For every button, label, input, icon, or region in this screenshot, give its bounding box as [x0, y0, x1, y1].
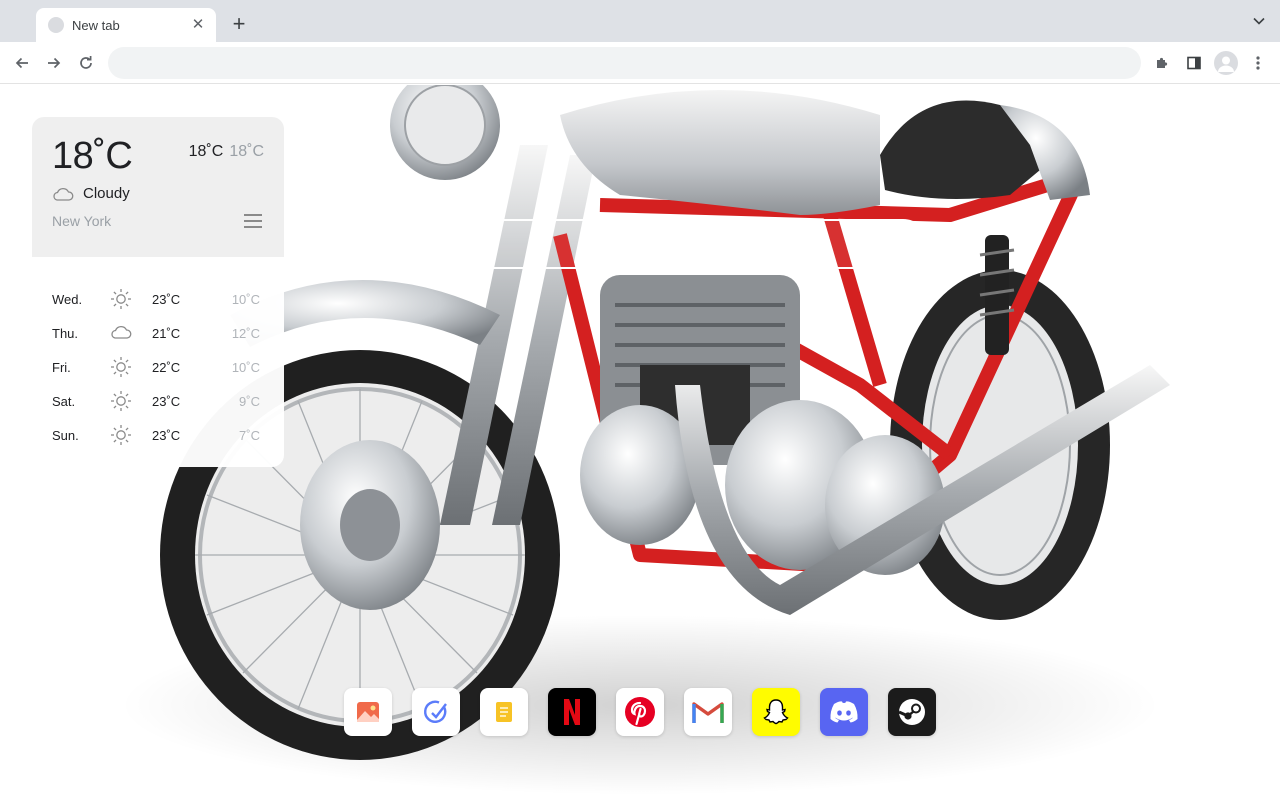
- netflix-shortcut[interactable]: [548, 688, 596, 736]
- pinterest-shortcut[interactable]: [616, 688, 664, 736]
- photos-shortcut[interactable]: [344, 688, 392, 736]
- extensions-puzzle-icon[interactable]: [1151, 52, 1173, 74]
- forecast-row: Wed. 23˚C 10˚C: [32, 282, 284, 316]
- notes-shortcut[interactable]: [480, 688, 528, 736]
- weather-forecast-list: Wed. 23˚C 10˚C Thu. 21˚C 12˚C Fri. 22˚C …: [32, 257, 284, 467]
- reload-icon[interactable]: [75, 52, 97, 74]
- snapchat-icon: [763, 699, 789, 725]
- today-low: 18˚C: [229, 143, 264, 160]
- forecast-day: Sun.: [52, 427, 79, 443]
- forecast-row: Sat. 23˚C 9˚C: [32, 384, 284, 418]
- tab-strip: New tab ✕ +: [0, 0, 1280, 42]
- cloud-icon: [111, 326, 132, 339]
- forecast-high: 22˚C: [152, 359, 181, 375]
- forecast-low: 12˚C: [231, 325, 260, 341]
- side-panel-icon[interactable]: [1183, 52, 1205, 74]
- new-tab-plus-icon[interactable]: +: [228, 13, 250, 35]
- note-icon: [496, 702, 512, 722]
- weather-widget: 18˚C 18˚C 18˚C Cloudy New York Wed. 23˚C …: [32, 117, 284, 467]
- forecast-row: Thu. 21˚C 12˚C: [32, 316, 284, 350]
- forecast-high: 23˚C: [152, 427, 181, 443]
- forecast-day: Sat.: [52, 393, 76, 409]
- weather-condition-label: Cloudy: [83, 185, 130, 202]
- forecast-low: 10˚C: [231, 291, 260, 307]
- cloud-icon: [53, 187, 74, 201]
- forward-arrow-icon[interactable]: [43, 52, 65, 74]
- profile-avatar[interactable]: [1214, 51, 1238, 75]
- forecast-high: 23˚C: [152, 393, 181, 409]
- forecast-low: 10˚C: [231, 359, 260, 375]
- forecast-high: 21˚C: [152, 325, 181, 341]
- search-box: [352, 219, 928, 269]
- forecast-row: Fri. 22˚C 10˚C: [32, 350, 284, 384]
- tasks-shortcut[interactable]: [412, 688, 460, 736]
- netflix-icon: [564, 699, 580, 725]
- tab-title: New tab: [72, 17, 120, 33]
- back-arrow-icon[interactable]: [11, 52, 33, 74]
- forecast-low: 7˚C: [239, 427, 260, 443]
- gmail-shortcut[interactable]: [684, 688, 732, 736]
- photo-icon: [357, 702, 379, 722]
- today-high: 18˚C: [188, 143, 224, 160]
- browser-toolbar: [0, 42, 1280, 84]
- forecast-row: Sun. 23˚C 7˚C: [32, 418, 284, 452]
- tab-new-tab[interactable]: New tab ✕: [36, 8, 216, 42]
- forecast-day: Wed.: [52, 291, 83, 307]
- new-tab-page: 18˚C 18˚C 18˚C Cloudy New York Wed. 23˚C …: [0, 85, 1280, 800]
- today-temp-range: 18˚C 18˚C: [189, 143, 264, 161]
- more-menu-icon[interactable]: [1247, 52, 1269, 74]
- search-input[interactable]: [382, 234, 862, 256]
- steam-shortcut[interactable]: [888, 688, 936, 736]
- forecast-day: Fri.: [52, 359, 71, 375]
- sun-icon: [111, 425, 131, 445]
- tab-search-chevron-icon[interactable]: [1252, 14, 1266, 28]
- forecast-day: Thu.: [52, 325, 79, 341]
- tab-close-icon[interactable]: ✕: [190, 17, 206, 33]
- discord-shortcut[interactable]: [820, 688, 868, 736]
- weather-current-panel: 18˚C 18˚C 18˚C Cloudy New York: [32, 117, 284, 257]
- pinterest-icon: [625, 697, 655, 727]
- snapchat-shortcut[interactable]: [752, 688, 800, 736]
- sun-icon: [111, 357, 131, 377]
- sun-icon: [111, 289, 131, 309]
- weather-condition: Cloudy: [52, 185, 130, 202]
- gmail-icon: [692, 702, 724, 723]
- forecast-high: 23˚C: [152, 291, 181, 307]
- check-icon: [424, 700, 447, 723]
- tab-favicon-icon: [48, 17, 64, 33]
- app-shortcut-dock: [344, 688, 936, 736]
- current-temperature: 18˚C: [52, 135, 133, 177]
- address-bar-input[interactable]: [108, 47, 1141, 79]
- search-icon[interactable]: [880, 235, 900, 255]
- discord-icon: [830, 701, 858, 723]
- sun-icon: [111, 391, 131, 411]
- forecast-low: 9˚C: [239, 393, 260, 409]
- steam-icon: [898, 699, 925, 725]
- weather-city: New York: [52, 213, 112, 229]
- weather-menu-icon[interactable]: [244, 214, 262, 228]
